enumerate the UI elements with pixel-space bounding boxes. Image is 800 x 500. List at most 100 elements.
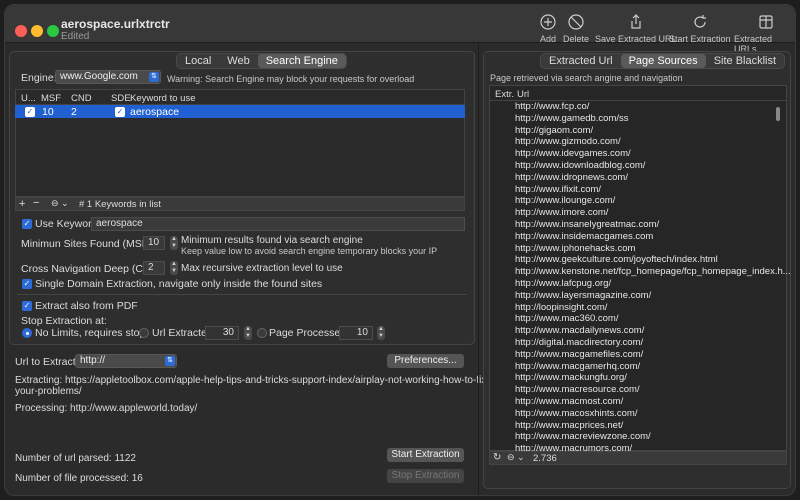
split-divider[interactable] (478, 43, 479, 495)
url-list-item[interactable]: http://www.geekculture.com/joyoftech/ind… (515, 254, 718, 265)
use-keyword-field[interactable]: aerospace (91, 217, 465, 231)
url-table-scrollbar[interactable] (776, 107, 780, 121)
url-list-item[interactable]: http://www.insidemacgames.com (515, 231, 653, 242)
row-keyword: aerospace (130, 106, 180, 118)
save-extracted-url-button[interactable]: Save Extracted URL (595, 13, 677, 44)
url-list-item[interactable]: http://www.imore.com/ (515, 207, 608, 218)
pdf-label: Extract also from PDF (35, 300, 138, 312)
url-list-item[interactable]: http://www.macdailynews.com/ (515, 325, 644, 336)
url-list-item[interactable]: http://www.insanelygreatmac.com/ (515, 219, 659, 230)
url-list-item[interactable]: http://www.macprices.net/ (515, 420, 623, 431)
tab-page-sources[interactable]: Page Sources (620, 54, 706, 68)
col-extr[interactable]: Extr. (495, 89, 514, 100)
url-list-item[interactable]: http://www.idropnews.com/ (515, 172, 628, 183)
url-list-item[interactable]: http://www.idownloadblog.com/ (515, 160, 645, 171)
pdf-checkbox[interactable]: ✓ (22, 301, 32, 311)
single-domain-checkbox[interactable]: ✓ (22, 279, 32, 289)
tab-extracted-url[interactable]: Extracted Url (541, 54, 621, 68)
share-icon (631, 14, 641, 29)
results-tabs: Extracted Url Page Sources Site Blacklis… (540, 53, 786, 69)
add-button[interactable]: Add (539, 13, 557, 44)
add-keyword-button[interactable]: + (19, 198, 25, 210)
url-list-item[interactable]: http://www.macgamerhq.com/ (515, 361, 640, 372)
chevron-updown-icon: ⇅ (149, 72, 159, 82)
col-sde[interactable]: SDE (111, 93, 131, 104)
col-msf[interactable]: MSF (41, 93, 61, 104)
close-window-button[interactable] (15, 25, 27, 37)
single-domain-label: Single Domain Extraction, navigate only … (35, 278, 323, 290)
tab-web[interactable]: Web (219, 54, 257, 68)
cnd-field[interactable]: 2 (143, 261, 165, 275)
delete-button[interactable]: Delete (563, 13, 589, 44)
col-u[interactable]: U... (21, 93, 36, 104)
url-list-item[interactable]: http://www.idevgames.com/ (515, 148, 631, 159)
url-list-item[interactable]: http://www.macreviewzone.com/ (515, 431, 651, 442)
url-list-item[interactable]: http://www.lafcpug.org/ (515, 278, 611, 289)
plus-circle-icon (540, 14, 556, 30)
chevron-updown-icon: ⇅ (165, 356, 175, 366)
col-keyword[interactable]: Keyword to use (130, 93, 195, 104)
start-extraction-button[interactable]: Start Extraction (387, 448, 464, 462)
preferences-button[interactable]: Preferences... (387, 354, 464, 368)
engine-select[interactable]: www.Google.com ⇅ (55, 70, 161, 84)
table-row[interactable] (15, 105, 465, 118)
url-list-item[interactable]: http://www.macgamefiles.com/ (515, 349, 643, 360)
processing-status: Processing: http://www.appleworld.today/ (15, 403, 198, 414)
extracting-status: Extracting: https://appletoolbox.com/app… (15, 375, 490, 386)
delete-button-label: Delete (563, 34, 590, 44)
url-list-item[interactable]: http://gigaom.com/ (515, 125, 593, 136)
start-extraction-toolbar-button[interactable]: Start Extraction (669, 13, 731, 44)
no-limits-radio[interactable] (22, 328, 32, 338)
msf-label: Minimun Sites Found (MSF): (21, 238, 155, 250)
url-list-item[interactable]: http://loopinsight.com/ (515, 302, 607, 313)
tab-local[interactable]: Local (177, 54, 219, 68)
use-keyword-checkbox[interactable]: ✓ (22, 219, 32, 229)
url-list-item[interactable]: http://www.gizmodo.com/ (515, 136, 621, 147)
page-processed-radio[interactable] (257, 328, 267, 338)
stop-extraction-button[interactable]: Stop Extraction (387, 469, 464, 483)
col-cnd[interactable]: CND (71, 93, 92, 104)
refresh-icon (694, 15, 706, 28)
url-list-item[interactable]: http://www.layersmagazine.com/ (515, 290, 651, 301)
url-to-extract-select[interactable]: http:// ⇅ (75, 354, 177, 368)
url-list-item[interactable]: http://www.macresource.com/ (515, 384, 640, 395)
url-list-item[interactable]: http://www.macmost.com/ (515, 396, 623, 407)
url-list-item[interactable]: http://www.kenstone.net/fcp_homepage/fcp… (515, 266, 791, 277)
app-window: aerospace.urlxtrctr Edited Add Delete Sa… (4, 4, 796, 496)
tab-search-engine[interactable]: Search Engine (257, 54, 346, 68)
row-use-checkbox[interactable]: ✓ (25, 107, 35, 117)
tab-site-blacklist[interactable]: Site Blacklist (706, 54, 784, 68)
url-list-item[interactable]: http://www.iphonehacks.com (515, 243, 635, 254)
url-list-item[interactable]: http://www.ilounge.com/ (515, 195, 615, 206)
page-processed-stepper[interactable]: ▲ ▼ (377, 326, 385, 340)
url-extracted-radio[interactable] (139, 328, 149, 338)
col-url[interactable]: Url (517, 89, 529, 100)
url-list-item[interactable]: http://www.ifixit.com/ (515, 184, 601, 195)
url-list-item[interactable]: http://www.gamedb.com/ss (515, 113, 629, 124)
url-list-item[interactable]: http://www.mac360.com/ (515, 313, 618, 324)
url-extracted-label: Url Extracted (152, 327, 213, 339)
engine-select-value: www.Google.com (60, 71, 138, 82)
url-list-item[interactable]: http://www.macosxhints.com/ (515, 408, 637, 419)
page-processed-field[interactable]: 10 (339, 326, 373, 340)
url-extracted-field[interactable]: 30 (205, 326, 239, 340)
remove-keyword-button[interactable]: − (33, 197, 39, 209)
url-list-item[interactable]: http://www.fcp.co/ (515, 101, 589, 112)
url-extracted-stepper[interactable]: ▲ ▼ (244, 326, 252, 340)
action-menu-icon[interactable]: ⊖ ⌄ (507, 452, 525, 463)
extracting-status-cont: your-problems/ (15, 386, 82, 397)
action-menu-icon[interactable]: ⊖ ⌄ (51, 198, 69, 209)
extracted-urls-button[interactable]: Extracted URLs (734, 13, 795, 54)
engine-warning: Warning: Search Engine may block your re… (167, 74, 415, 84)
url-list-item[interactable]: http://www.mackungfu.org/ (515, 372, 627, 383)
engine-label: Engine: (21, 72, 57, 84)
cnd-stepper[interactable]: ▲ ▼ (170, 261, 178, 275)
sidebar-icon (758, 15, 773, 29)
refresh-icon[interactable]: ↻ (493, 452, 501, 463)
url-list-item[interactable]: http://digital.macdirectory.com/ (515, 337, 643, 348)
msf-stepper[interactable]: ▲ ▼ (170, 236, 178, 250)
row-sde-checkbox[interactable]: ✓ (115, 107, 125, 117)
msf-field[interactable]: 10 (143, 236, 165, 250)
zoom-window-button[interactable] (47, 25, 59, 37)
minimize-window-button[interactable] (31, 25, 43, 37)
